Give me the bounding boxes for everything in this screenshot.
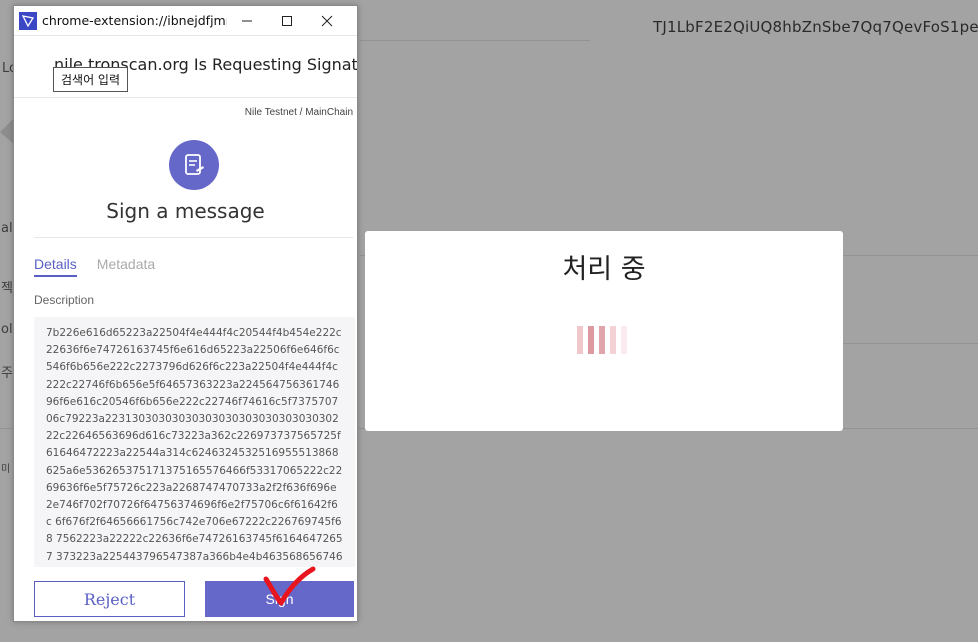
- request-header: nile.tronscan.org Is Requesting Signatu …: [14, 36, 357, 98]
- divider: [843, 343, 978, 344]
- tab-details[interactable]: Details: [34, 256, 77, 277]
- tronlink-logo-icon: [19, 11, 37, 30]
- network-label: Nile Testnet / MainChain: [244, 107, 353, 118]
- reject-button[interactable]: Reject: [34, 581, 185, 617]
- window-titlebar: chrome-extension://ibnejdfjmmkpcnlpebklm…: [14, 6, 357, 36]
- divider: [360, 40, 590, 41]
- maximize-button[interactable]: [267, 6, 307, 36]
- sign-button[interactable]: Sign: [205, 581, 354, 617]
- window-url: chrome-extension://ibnejdfjmmkpcnlpebklm…: [42, 13, 227, 28]
- background-text: 주: [1, 366, 13, 381]
- extension-popup-window: chrome-extension://ibnejdfjmmkpcnlpebklm…: [13, 5, 358, 622]
- minimize-button[interactable]: [227, 6, 267, 36]
- tab-bar: Details Metadata: [34, 256, 155, 277]
- processing-modal: 처리 중: [365, 231, 843, 431]
- description-content[interactable]: 7b226e616d65223a22504f4e444f4c20544f4b45…: [34, 317, 355, 567]
- background-text: 미: [1, 464, 11, 475]
- loading-spinner: [577, 326, 631, 356]
- divider: [34, 237, 353, 238]
- background-text: al: [1, 221, 13, 236]
- minimize-icon: [242, 20, 252, 21]
- background-graphic: [0, 118, 14, 144]
- close-icon: [321, 15, 333, 26]
- close-button[interactable]: [307, 6, 347, 36]
- wallet-address: TJ1LbF2E2QiUQ8hbZnSbe7Qq7QevFoS1pe: [653, 18, 978, 36]
- description-label: Description: [34, 293, 95, 307]
- search-tooltip: 검색어 입력: [53, 67, 129, 92]
- processing-title: 처리 중: [562, 254, 646, 285]
- sign-message-title: Sign a message: [106, 199, 265, 223]
- maximize-icon: [282, 15, 292, 26]
- tab-metadata[interactable]: Metadata: [97, 256, 155, 277]
- sign-document-icon: [169, 140, 219, 190]
- background-text: 젝: [1, 281, 13, 296]
